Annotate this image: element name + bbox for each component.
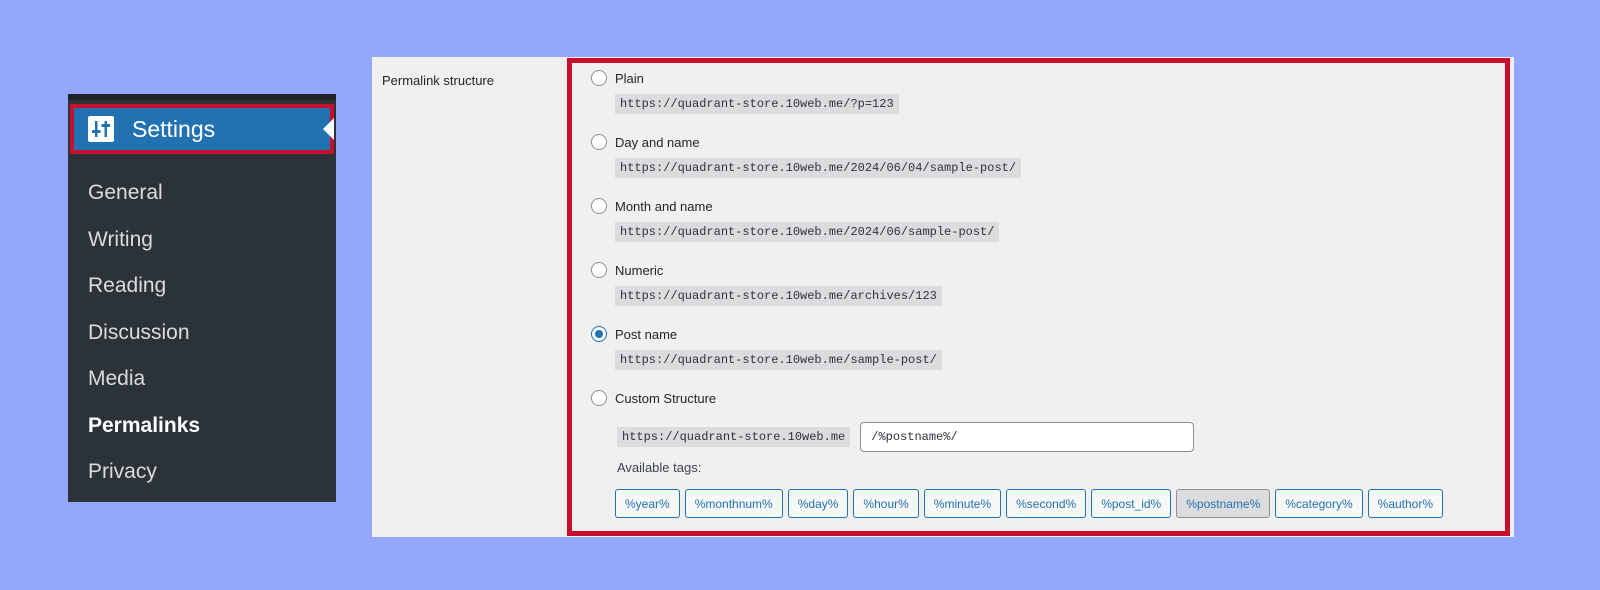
permalink-settings-panel: Permalink structure	[372, 57, 1514, 537]
tag-category-button[interactable]: %category%	[1275, 489, 1363, 518]
example-url: https://quadrant-store.10web.me/2024/06/…	[615, 222, 1000, 242]
tag-year-button[interactable]: %year%	[615, 489, 680, 518]
radio-day-and-name[interactable]	[591, 134, 607, 150]
available-tags-label: Available tags:	[617, 460, 702, 475]
settings-sliders-icon	[88, 116, 114, 142]
tag-post-id-button[interactable]: %post_id%	[1091, 489, 1172, 518]
tag-hour-button[interactable]: %hour%	[853, 489, 919, 518]
tag-second-button[interactable]: %second%	[1006, 489, 1087, 518]
option-post-name: Post name https://quadrant-store.10web.m…	[591, 324, 942, 370]
sidebar-item-privacy[interactable]: Privacy	[68, 449, 336, 496]
sidebar-item-writing[interactable]: Writing	[68, 217, 336, 264]
option-numeric: Numeric https://quadrant-store.10web.me/…	[591, 260, 942, 306]
settings-menu-label: Settings	[132, 115, 216, 142]
option-label: Month and name	[615, 198, 713, 214]
current-menu-arrow-icon	[323, 118, 334, 140]
sidebar-item-permalinks[interactable]: Permalinks	[68, 403, 336, 450]
tag-minute-button[interactable]: %minute%	[923, 489, 1002, 518]
settings-menu-header[interactable]: Settings	[70, 104, 334, 154]
radio-plain[interactable]	[591, 70, 607, 86]
custom-structure-input[interactable]	[860, 422, 1195, 452]
option-month-and-name: Month and name https://quadrant-store.10…	[591, 196, 1000, 242]
option-day-and-name: Day and name https://quadrant-store.10we…	[591, 132, 1022, 178]
option-label: Post name	[615, 326, 678, 342]
custom-structure-row: https://quadrant-store.10web.me	[617, 422, 1195, 452]
radio-numeric[interactable]	[591, 262, 607, 278]
custom-base-url: https://quadrant-store.10web.me	[617, 427, 851, 447]
option-label: Custom Structure	[615, 390, 717, 406]
tag-day-button[interactable]: %day%	[787, 489, 849, 518]
settings-submenu: General Writing Reading Discussion Media…	[68, 170, 336, 496]
option-label: Day and name	[615, 134, 700, 150]
example-url: https://quadrant-store.10web.me/?p=123	[615, 94, 899, 114]
option-label: Plain	[615, 70, 644, 86]
sidebar-item-media[interactable]: Media	[68, 356, 336, 403]
example-url: https://quadrant-store.10web.me/2024/06/…	[615, 158, 1022, 178]
example-url: https://quadrant-store.10web.me/sample-p…	[615, 350, 942, 370]
radio-custom-structure[interactable]	[591, 390, 607, 406]
sidebar-item-reading[interactable]: Reading	[68, 263, 336, 310]
tag-postname-button[interactable]: %postname%	[1176, 489, 1271, 518]
tag-author-button[interactable]: %author%	[1367, 489, 1444, 518]
admin-sidebar: Settings General Writing Reading Discuss…	[68, 94, 336, 502]
sidebar-item-discussion[interactable]: Discussion	[68, 310, 336, 357]
radio-month-and-name[interactable]	[591, 198, 607, 214]
available-tags-list: %year% %monthnum% %day% %hour% %minute% …	[615, 489, 1444, 518]
permalink-structure-label: Permalink structure	[382, 73, 494, 88]
option-plain: Plain https://quadrant-store.10web.me/?p…	[591, 68, 899, 114]
example-url: https://quadrant-store.10web.me/archives…	[615, 286, 942, 306]
option-custom-structure: Custom Structure	[591, 388, 716, 408]
sidebar-top-strip	[68, 94, 336, 100]
tag-monthnum-button[interactable]: %monthnum%	[684, 489, 783, 518]
sidebar-item-general[interactable]: General	[68, 170, 336, 217]
radio-post-name[interactable]	[591, 326, 607, 342]
option-label: Numeric	[615, 262, 664, 278]
